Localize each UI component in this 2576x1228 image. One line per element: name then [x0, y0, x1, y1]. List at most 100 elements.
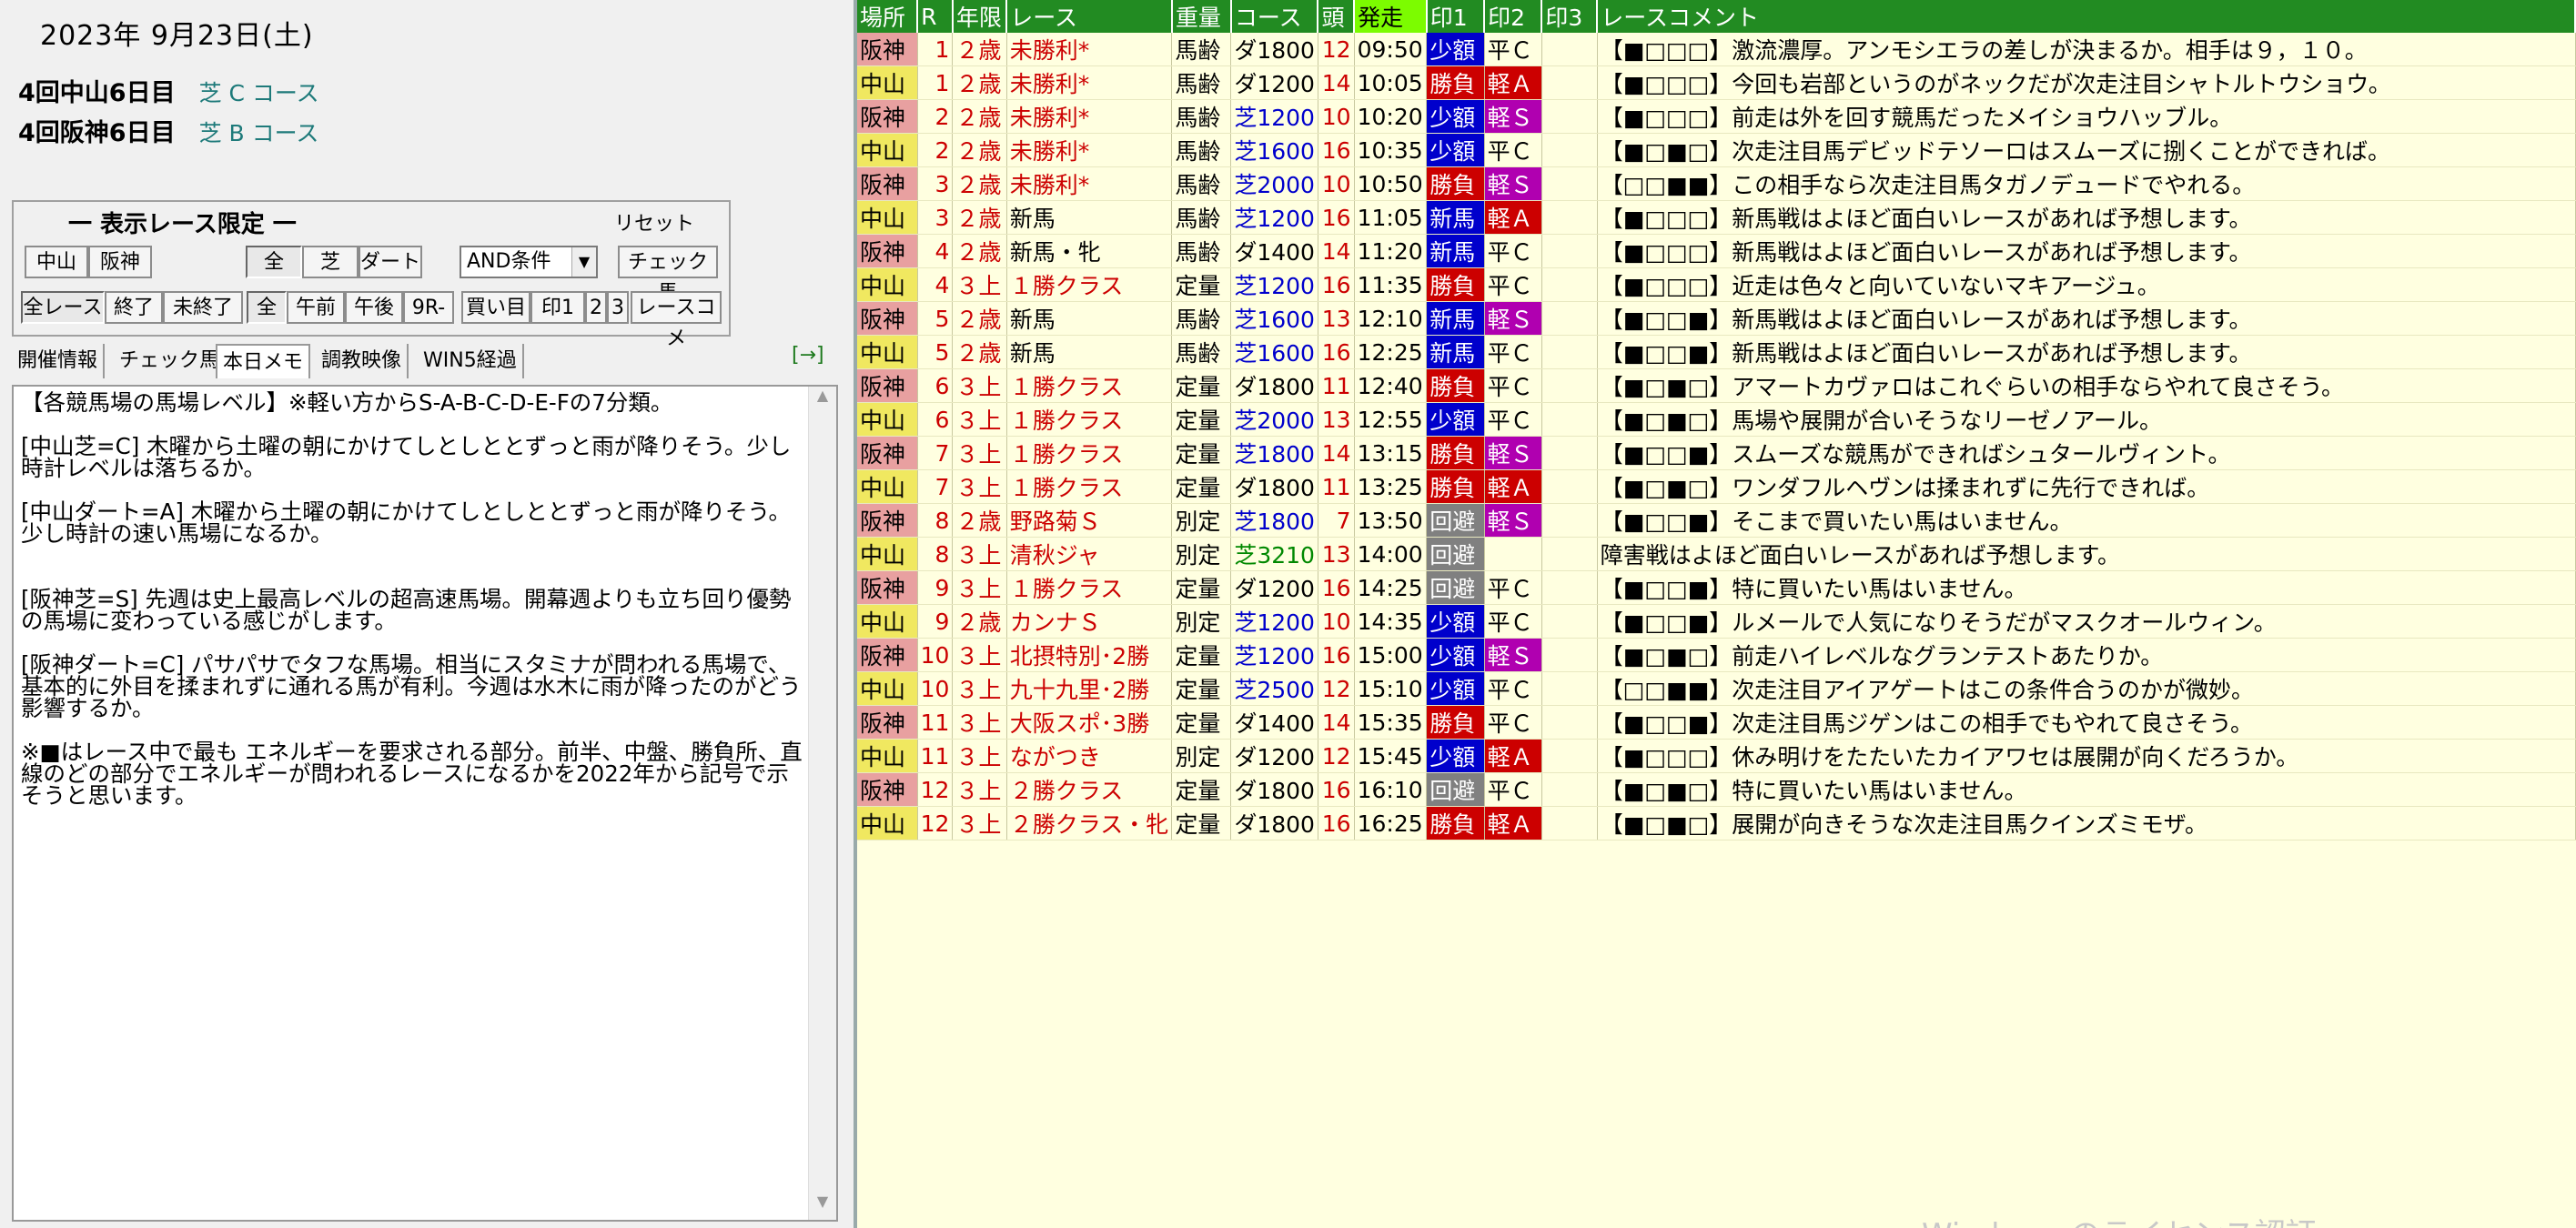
cell-race-no: 3	[917, 166, 954, 201]
filter-all-races-button[interactable]: 全レース	[21, 291, 105, 324]
table-row[interactable]: 中山 2 ２歳 未勝利* 馬齢 芝1600 16 10:35 少額 平Ｃ 【■□■□】次走注目馬デビ…	[857, 133, 2576, 167]
column-header[interactable]: 場所	[857, 0, 919, 33]
cell-mark3	[1541, 267, 1598, 302]
table-row[interactable]: 中山 7 ３上 １勝クラス 定量 ダ1800 11 13:25 勝負 軽Ａ 【■□■□】ワンダフルヘ…	[857, 469, 2576, 504]
reset-button[interactable]: リセット	[614, 207, 694, 237]
cell-runners: 12	[1318, 33, 1355, 66]
table-row[interactable]: 阪神 6 ３上 １勝クラス 定量 ダ1800 11 12:40 勝負 平Ｃ 【■□■□】アマートカヴ…	[857, 368, 2576, 403]
table-row[interactable]: 中山 9 ２歳 カンナＳ 別定 芝1200 10 14:35 少額 平Ｃ 【■□□■】ルメールで人気…	[857, 604, 2576, 639]
table-row[interactable]: 阪神 8 ２歳 野路菊Ｓ 別定 芝1800 7 13:50 回避 軽Ｓ 【■□□■】そこまで買いたい…	[857, 503, 2576, 538]
table-row[interactable]: 阪神 4 ２歳 新馬・牝 馬齢 ダ1400 14 11:20 新馬 平Ｃ 【■□□□】新馬戦はよほど…	[857, 234, 2576, 268]
cell-race-name: ２勝クラス・牝	[1006, 806, 1173, 840]
bet-button[interactable]: 買い目	[461, 291, 530, 324]
cell-weight: 馬齢	[1171, 234, 1232, 268]
cell-mark2	[1484, 537, 1542, 571]
column-header[interactable]: レースコメント	[1597, 0, 2576, 33]
check-horse-button[interactable]: チェック馬	[618, 246, 718, 305]
cell-comment: 【■□■□】ワンダフルヘヴンは揉まれずに先行できれば。	[1597, 469, 2576, 504]
table-row[interactable]: 阪神 7 ３上 １勝クラス 定量 芝1800 14 13:15 勝負 軽Ｓ 【■□□■】スムーズな競…	[857, 436, 2576, 470]
condition-select[interactable]: AND条件 ▼	[460, 246, 598, 278]
table-row[interactable]: 中山 4 ３上 １勝クラス 定量 芝1200 16 11:35 勝負 平Ｃ 【■□□□】近走は色々と…	[857, 267, 2576, 302]
cell-comment: 障害戦はよほど面白いレースがあれば予想します。	[1597, 537, 2576, 571]
table-row[interactable]: 中山 5 ２歳 新馬 馬齢 芝1600 16 12:25 新馬 平Ｃ 【■□□■】新馬戦はよほど面白…	[857, 335, 2576, 369]
table-row[interactable]: 阪神 9 ３上 １勝クラス 定量 ダ1200 16 14:25 回避 平Ｃ 【■□□■】特に買いたい…	[857, 570, 2576, 605]
cell-post-time: 10:05	[1354, 65, 1428, 100]
venue-name: 4回阪神6日目	[18, 119, 176, 147]
column-header[interactable]: R	[917, 0, 954, 33]
filter-nakayama-button[interactable]: 中山	[25, 246, 88, 278]
cell-mark2: 平Ｃ	[1484, 570, 1542, 605]
tab-win5[interactable]: WIN5経過	[418, 344, 524, 378]
cell-race-no: 2	[917, 99, 954, 134]
table-row[interactable]: 中山 1 ２歳 未勝利* 馬齢 ダ1200 14 10:05 勝負 軽Ａ 【■□□□】今回も岩部とい…	[857, 65, 2576, 100]
cell-age: ２歳	[952, 65, 1007, 100]
table-row[interactable]: 阪神 2 ２歳 未勝利* 馬齢 芝1200 10 10:20 少額 軽Ｓ 【■□□□】前走は外を回す…	[857, 99, 2576, 134]
table-row[interactable]: 阪神 11 ３上 大阪スポ･3勝 定量 ダ1400 14 15:35 勝負 平Ｃ 【■□□■】次走注…	[857, 705, 2576, 740]
mark1-button[interactable]: 印1	[530, 291, 585, 324]
filter-9r-button[interactable]: 9R-	[403, 291, 454, 324]
cell-race-no: 5	[917, 301, 954, 336]
table-row[interactable]: 阪神 12 ３上 ２勝クラス 定量 ダ1800 16 16:10 回避 平Ｃ 【■□■□】特に買いた…	[857, 772, 2576, 807]
cell-mark3	[1541, 99, 1598, 134]
column-header[interactable]: レース	[1006, 0, 1173, 33]
cell-runners: 12	[1318, 671, 1355, 706]
cell-venue: 中山	[857, 739, 918, 773]
column-header[interactable]: 印1	[1426, 0, 1486, 33]
filter-morning-button[interactable]: 午前	[287, 291, 345, 324]
cell-mark1: 勝負	[1426, 806, 1485, 840]
cell-mark1: 少額	[1426, 739, 1485, 773]
table-row[interactable]: 中山 8 ３上 清秋ジャ 別定 芝3210 13 14:00 回避 障害戦はよほど面白いレースがあ…	[857, 537, 2576, 571]
mark2-button[interactable]: 2	[585, 291, 607, 324]
column-header[interactable]: 発走	[1354, 0, 1428, 33]
cell-post-time: 15:45	[1354, 739, 1428, 773]
table-row[interactable]: 中山 10 ３上 九十九里･2勝 定量 芝2500 12 15:10 少額 平Ｃ 【□□■■】次走注…	[857, 671, 2576, 706]
filter-finished-button[interactable]: 終了	[105, 291, 163, 324]
column-header[interactable]: コース	[1230, 0, 1319, 33]
expand-arrow-icon[interactable]: [→]	[792, 344, 824, 367]
mark3-button[interactable]: 3	[607, 291, 629, 324]
cell-comment: 【■□□■】スムーズな競馬ができればシュタールヴィント。	[1597, 436, 2576, 470]
memo-textarea[interactable]: 【各競馬場の馬場レベル】※軽い方からS-A-B-C-D-E-Fの7分類。 [中山…	[12, 385, 838, 1222]
filter-afternoon-button[interactable]: 午後	[345, 291, 403, 324]
filter-dirt-button[interactable]: ダート	[359, 246, 422, 278]
column-header[interactable]: 印3	[1541, 0, 1599, 33]
table-row[interactable]: 阪神 1 ２歳 未勝利* 馬齢 ダ1800 12 09:50 少額 平Ｃ 【■□□□】激流濃厚。アン…	[857, 33, 2576, 66]
table-row[interactable]: 中山 3 ２歳 新馬 馬齢 芝1200 16 11:05 新馬 軽Ａ 【■□□□】新馬戦はよほど面白…	[857, 200, 2576, 235]
tab-training-video[interactable]: 調教映像	[316, 344, 409, 378]
filter-hanshin-button[interactable]: 阪神	[88, 246, 152, 278]
memo-scrollbar[interactable]: ▲ ▼	[808, 387, 836, 1220]
race-comment-button[interactable]: レースコメ	[631, 291, 722, 350]
cell-mark3	[1541, 537, 1598, 571]
tab-event-info[interactable]: 開催情報	[12, 344, 106, 378]
table-row[interactable]: 中山 6 ３上 １勝クラス 定量 芝2000 13 12:55 少額 平Ｃ 【■□■□】馬場や展開が…	[857, 402, 2576, 437]
table-row[interactable]: 中山 11 ３上 ながつき 別定 ダ1200 12 15:45 少額 軽Ａ 【■□□□】休み明けをた…	[857, 739, 2576, 773]
column-header[interactable]: 年限	[952, 0, 1008, 33]
cell-post-time: 11:20	[1354, 234, 1428, 268]
cell-post-time: 09:50	[1354, 33, 1428, 66]
filter-all-time-button[interactable]: 全	[247, 291, 287, 324]
table-row[interactable]: 阪神 10 ３上 北摂特別･2勝 定量 芝1200 16 15:00 少額 軽Ｓ 【■□■□】前走ハ…	[857, 638, 2576, 672]
cell-comment: 【■□□□】激流濃厚。アンモシエラの差しが決まるか。相手は９，１０。	[1597, 33, 2576, 66]
filter-turf-button[interactable]: 芝	[302, 246, 359, 278]
cell-mark2: 軽Ａ	[1484, 65, 1542, 100]
column-header[interactable]: 印2	[1484, 0, 1543, 33]
tab-today-memo[interactable]: 本日メモ	[216, 344, 311, 378]
cell-runners: 13	[1318, 537, 1355, 571]
cell-age: ３上	[952, 772, 1007, 807]
filter-unfinished-button[interactable]: 未終了	[163, 291, 243, 324]
cell-race-no: 8	[917, 503, 954, 538]
table-row[interactable]: 阪神 3 ２歳 未勝利* 馬齢 芝2000 10 10:50 勝負 軽Ｓ 【□□■■】この相手なら次…	[857, 166, 2576, 201]
cell-mark1: 少額	[1426, 33, 1485, 66]
cell-course: ダ1200	[1230, 65, 1318, 100]
table-row[interactable]: 阪神 5 ２歳 新馬 馬齢 芝1600 13 12:10 新馬 軽Ｓ 【■□□■】新馬戦はよほど面白…	[857, 301, 2576, 336]
table-row[interactable]: 中山 12 ３上 ２勝クラス・牝 定量 ダ1800 16 16:25 勝負 軽Ａ 【■□■□】展開が…	[857, 806, 2576, 840]
cell-venue: 中山	[857, 671, 918, 706]
filter-all-surface-button[interactable]: 全	[246, 246, 302, 278]
scroll-down-icon[interactable]: ▼	[809, 1193, 836, 1220]
tab-check-horse[interactable]: チェック馬	[114, 344, 227, 378]
cell-race-name: 未勝利*	[1006, 166, 1173, 201]
column-header[interactable]: 重量	[1171, 0, 1232, 33]
column-header[interactable]: 頭	[1318, 0, 1356, 33]
cell-venue: 阪神	[857, 234, 918, 268]
scroll-up-icon[interactable]: ▲	[809, 387, 836, 414]
